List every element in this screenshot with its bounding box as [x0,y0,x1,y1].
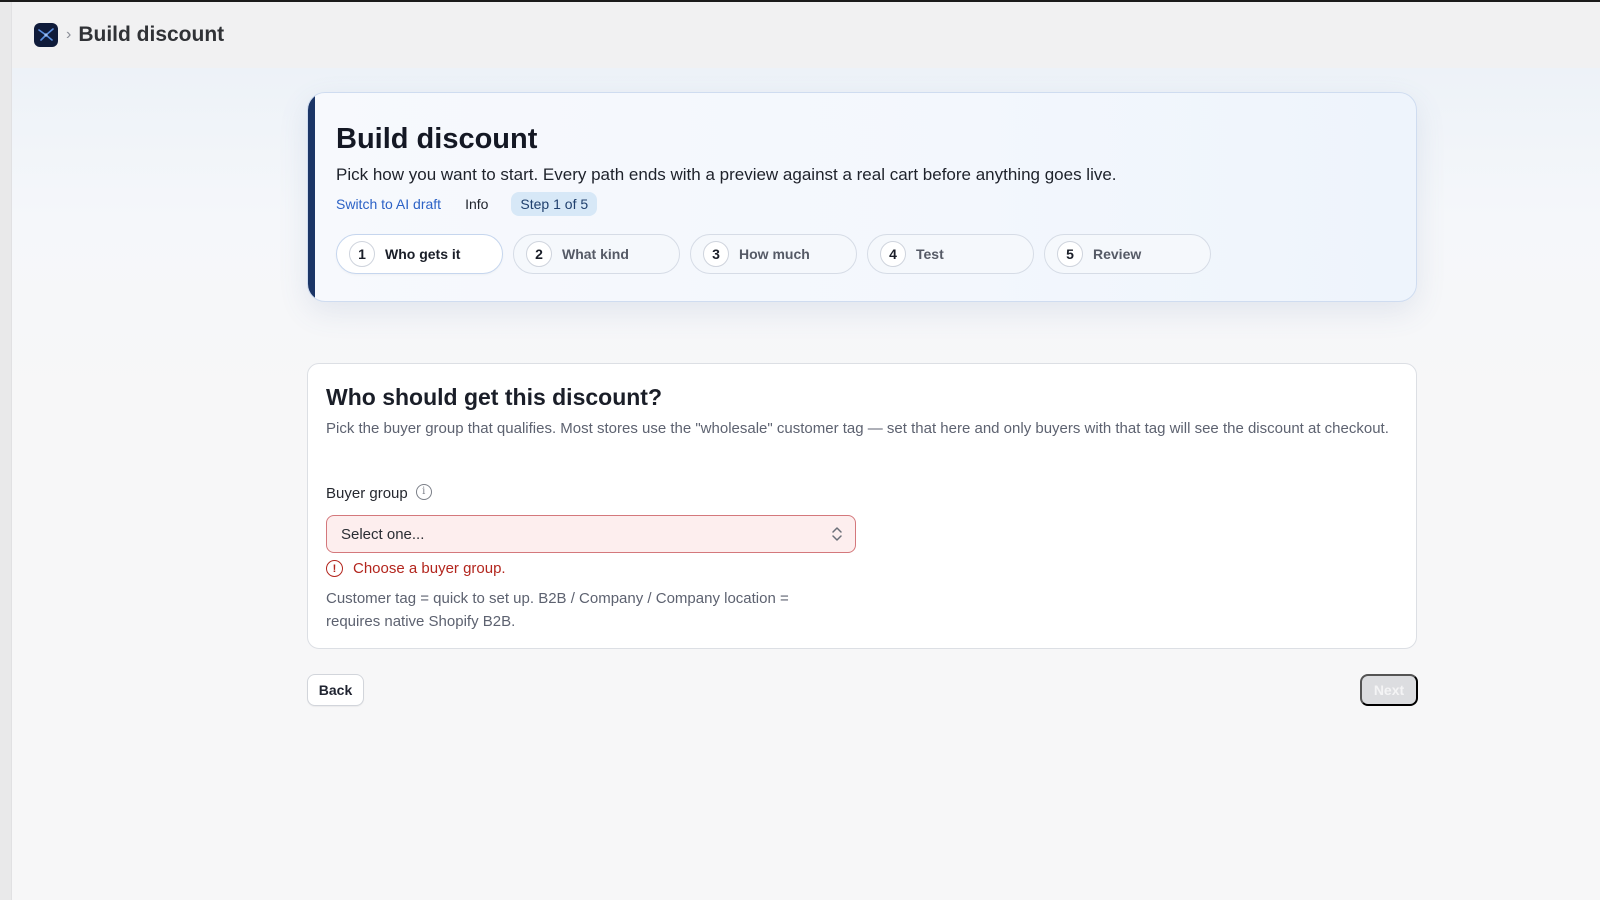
buyer-group-select[interactable]: Select one... [326,515,856,553]
card-description: Pick the buyer group that qualifies. Mos… [326,420,1389,437]
card-title: Who should get this discount? [326,384,663,410]
step-who-gets-it[interactable]: 1 Who gets it [336,234,503,274]
buyer-group-card: Who should get this discount? Pick the b… [307,363,1417,649]
buyer-group-help-text: Customer tag = quick to set up. B2B / Co… [326,590,789,630]
step-number: 4 [880,241,906,267]
hero-subtitle: Pick how you want to start. Every path e… [336,165,1117,184]
step-number: 1 [349,241,375,267]
step-label: Review [1093,246,1142,262]
buyer-group-label-text: Buyer group [326,485,408,502]
step-label: How much [739,246,810,262]
next-button[interactable]: Next [1360,674,1418,706]
page-title: Build discount [78,23,225,46]
error-message: Choose a buyer group. [353,560,506,577]
back-button[interactable]: Back [307,674,364,706]
step-test[interactable]: 4 Test [867,234,1034,274]
step-number: 3 [703,241,729,267]
hero-title: Build discount [336,123,538,155]
app-logo-icon[interactable] [34,23,58,47]
step-label: Who gets it [385,246,461,262]
info-link[interactable]: Info [465,196,488,212]
step-review[interactable]: 5 Review [1044,234,1211,274]
switch-to-ai-draft-link[interactable]: Switch to AI draft [336,196,441,212]
step-number: 5 [1057,241,1083,267]
step-label: What kind [562,246,629,262]
error-icon: ! [326,560,343,577]
step-indicator-badge: Step 1 of 5 [511,192,598,216]
hero-card: Build discount Pick how you want to star… [307,92,1417,302]
step-number: 2 [526,241,552,267]
top-bar: › Build discount [12,2,1600,68]
breadcrumb-separator: › [66,26,72,43]
hero-meta-row: Switch to AI draft Info Step 1 of 5 [336,192,598,216]
step-how-much[interactable]: 3 How much [690,234,857,274]
hero-accent-bar [308,93,315,301]
buyer-group-select-value: Select one... [341,525,425,543]
left-rail [0,2,12,900]
chevron-up-down-icon [832,527,842,541]
step-label: Test [916,246,944,262]
stepper: 1 Who gets it 2 What kind 3 How much 4 T… [336,234,1211,274]
step-what-kind[interactable]: 2 What kind [513,234,680,274]
buyer-group-error: ! Choose a buyer group. [326,560,506,577]
buyer-group-label: Buyer group i [326,483,432,502]
info-icon[interactable]: i [415,483,432,500]
